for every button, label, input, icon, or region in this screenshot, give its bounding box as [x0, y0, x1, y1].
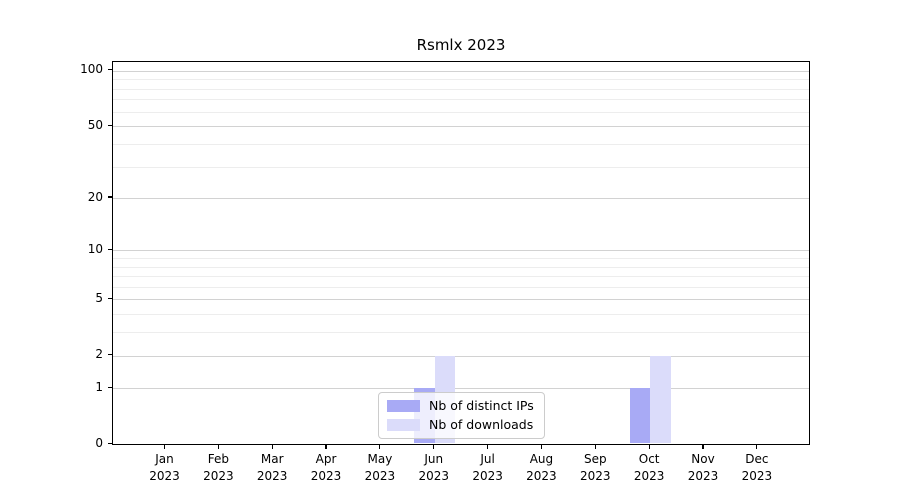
x-tick-label: Mar2023 — [244, 451, 300, 484]
x-tick-month: Sep — [567, 451, 623, 468]
x-tick-label: Apr2023 — [298, 451, 354, 484]
x-axis-tick — [649, 445, 650, 449]
major-gridline — [113, 250, 809, 251]
x-axis-tick — [756, 445, 757, 449]
x-axis-tick — [487, 445, 488, 449]
x-tick-label: Sep2023 — [567, 451, 623, 484]
x-axis-tick — [541, 445, 542, 449]
y-axis-tick — [108, 69, 112, 70]
legend-label-downloads: Nb of downloads — [429, 417, 533, 432]
y-axis-tick — [108, 125, 112, 126]
x-axis-tick — [702, 445, 703, 449]
minor-gridline — [113, 314, 809, 315]
x-tick-year: 2023 — [190, 468, 246, 485]
x-tick-label: Oct2023 — [621, 451, 677, 484]
legend-item-distinct-ips: Nb of distinct IPs — [387, 398, 534, 413]
chart-title: Rsmlx 2023 — [112, 36, 810, 54]
legend-swatch-distinct-ips-icon — [387, 400, 420, 412]
minor-gridline — [113, 99, 809, 100]
y-axis-tick — [108, 249, 112, 250]
x-tick-label: Feb2023 — [190, 451, 246, 484]
x-tick-month: Aug — [513, 451, 569, 468]
x-axis-tick — [164, 445, 165, 449]
x-tick-year: 2023 — [460, 468, 516, 485]
x-tick-year: 2023 — [621, 468, 677, 485]
y-tick-label: 5 — [43, 291, 103, 306]
minor-gridline — [113, 144, 809, 145]
legend-item-downloads: Nb of downloads — [387, 417, 534, 432]
major-gridline — [113, 299, 809, 300]
x-tick-month: Jul — [460, 451, 516, 468]
minor-gridline — [113, 112, 809, 113]
x-tick-year: 2023 — [567, 468, 623, 485]
x-tick-year: 2023 — [352, 468, 408, 485]
legend-swatch-downloads-icon — [387, 419, 420, 431]
y-tick-label: 2 — [43, 347, 103, 362]
bar-downloads — [650, 356, 671, 443]
minor-gridline — [113, 89, 809, 90]
x-tick-year: 2023 — [513, 468, 569, 485]
minor-gridline — [113, 332, 809, 333]
x-tick-label: Jun2023 — [406, 451, 462, 484]
x-tick-label: Jul2023 — [460, 451, 516, 484]
x-axis-tick — [218, 445, 219, 449]
minor-gridline — [113, 267, 809, 268]
x-axis-tick — [272, 445, 273, 449]
legend-label-distinct-ips: Nb of distinct IPs — [429, 398, 534, 413]
major-gridline — [113, 388, 809, 389]
x-axis-tick — [325, 445, 326, 449]
x-tick-month: Feb — [190, 451, 246, 468]
y-axis-tick — [108, 298, 112, 299]
x-tick-year: 2023 — [244, 468, 300, 485]
x-tick-month: Dec — [729, 451, 785, 468]
x-axis-tick — [433, 445, 434, 449]
x-tick-month: Nov — [675, 451, 731, 468]
x-tick-year: 2023 — [298, 468, 354, 485]
y-tick-label: 1 — [43, 380, 103, 395]
bar-distinct-ips — [630, 388, 651, 443]
x-tick-month: May — [352, 451, 408, 468]
x-tick-label: Jan2023 — [137, 451, 193, 484]
minor-gridline — [113, 79, 809, 80]
x-tick-year: 2023 — [406, 468, 462, 485]
major-gridline — [113, 71, 809, 72]
x-tick-year: 2023 — [729, 468, 785, 485]
x-tick-label: Nov2023 — [675, 451, 731, 484]
legend: Nb of distinct IPs Nb of downloads — [378, 392, 545, 439]
x-tick-month: Jun — [406, 451, 462, 468]
y-tick-label: 50 — [43, 118, 103, 133]
y-axis-tick — [108, 354, 112, 355]
x-tick-year: 2023 — [675, 468, 731, 485]
y-tick-label: 100 — [43, 62, 103, 77]
y-axis-tick — [108, 387, 112, 388]
y-axis-tick — [108, 443, 112, 444]
x-tick-month: Mar — [244, 451, 300, 468]
y-axis-tick — [108, 196, 112, 197]
minor-gridline — [113, 258, 809, 259]
minor-gridline — [113, 287, 809, 288]
y-tick-label: 0 — [43, 436, 103, 451]
y-tick-label: 10 — [43, 242, 103, 257]
minor-gridline — [113, 167, 809, 168]
major-gridline — [113, 126, 809, 127]
x-tick-month: Jan — [137, 451, 193, 468]
chart-figure: Rsmlx 2023 0125102050100Jan2023Feb2023Ma… — [0, 0, 900, 500]
plot-area — [112, 61, 810, 445]
x-tick-label: Aug2023 — [513, 451, 569, 484]
x-axis-tick — [595, 445, 596, 449]
minor-gridline — [113, 276, 809, 277]
x-tick-year: 2023 — [137, 468, 193, 485]
x-axis-tick — [379, 445, 380, 449]
major-gridline — [113, 198, 809, 199]
major-gridline — [113, 356, 809, 357]
x-tick-label: Dec2023 — [729, 451, 785, 484]
x-tick-month: Apr — [298, 451, 354, 468]
y-tick-label: 20 — [43, 190, 103, 205]
x-tick-month: Oct — [621, 451, 677, 468]
x-tick-label: May2023 — [352, 451, 408, 484]
